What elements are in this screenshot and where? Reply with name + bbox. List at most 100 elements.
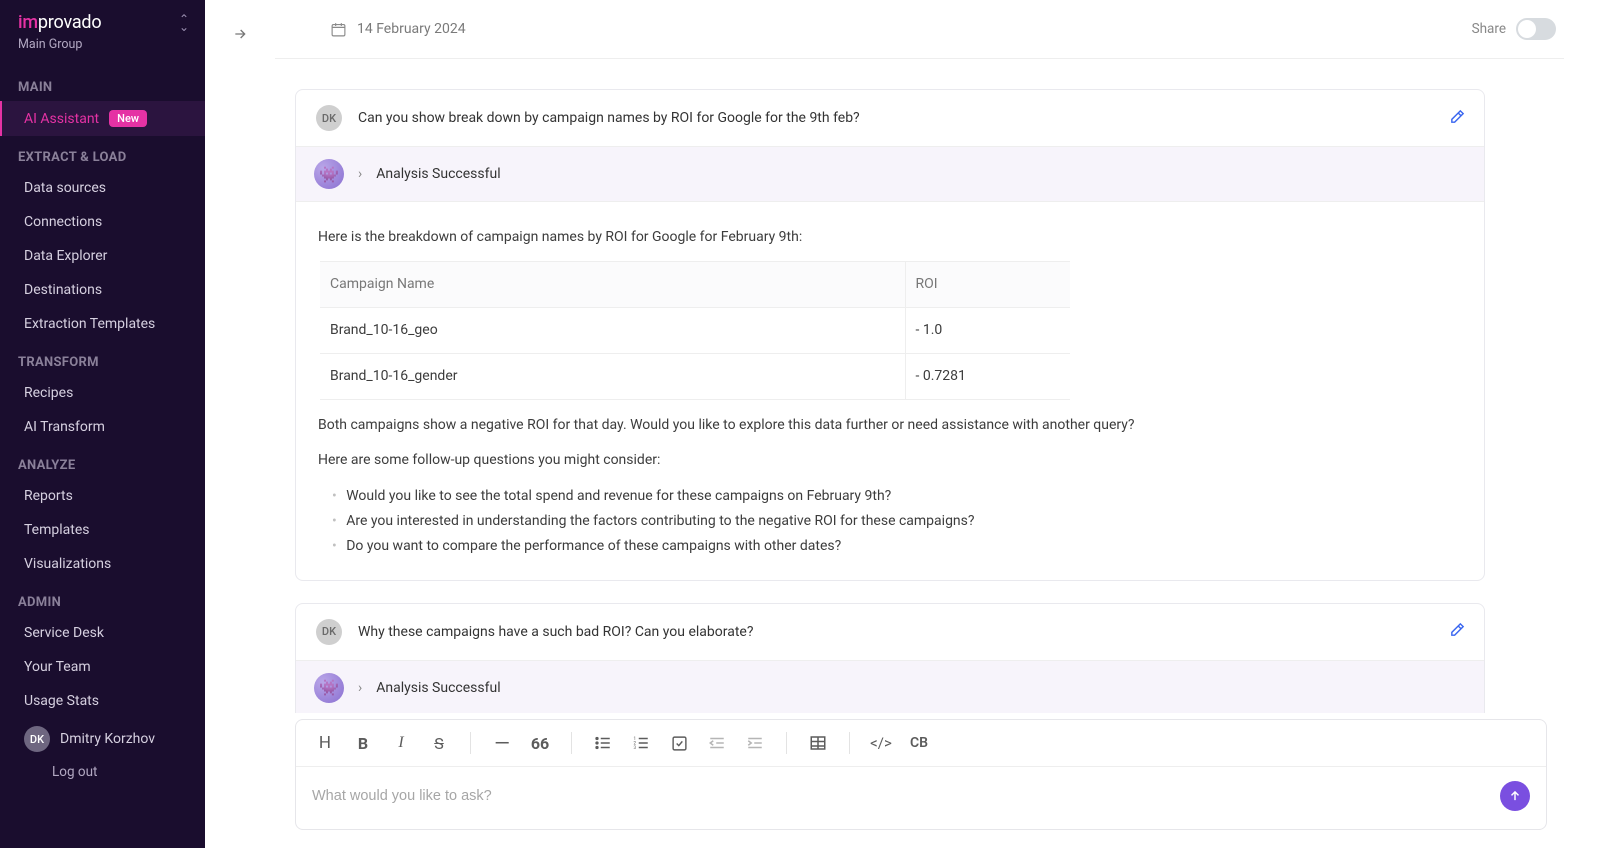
logo-suffix: provado — [38, 12, 102, 33]
status-row[interactable]: 👾 › Analysis Successful — [296, 661, 1484, 713]
sidebar-item-label: Your Team — [24, 659, 91, 675]
user-question: Can you show break down by campaign name… — [358, 110, 860, 126]
heading-button[interactable]: H — [308, 728, 342, 758]
answer-intro: Here is the breakdown of campaign names … — [318, 226, 1462, 249]
sidebar: improvado ⌃⌄ Main Group MAIN AI Assistan… — [0, 0, 205, 848]
checklist-button[interactable] — [662, 728, 696, 758]
code-button[interactable]: </> — [864, 728, 898, 758]
section-analyze: ANALYZE — [0, 444, 205, 479]
hr-button[interactable]: — — [485, 728, 519, 758]
message-block: DK Why these campaigns have a such bad R… — [295, 603, 1485, 713]
share-control: Share — [1472, 18, 1556, 40]
table-icon — [809, 734, 827, 752]
arrow-right-icon — [232, 26, 248, 42]
cell: Brand_10-16_gender — [320, 354, 905, 400]
list-ul-icon — [594, 734, 612, 752]
logo: improvado — [18, 12, 101, 33]
bullet-list-button[interactable] — [586, 728, 620, 758]
share-label: Share — [1472, 21, 1506, 37]
sidebar-item-label: Visualizations — [24, 556, 111, 572]
sidebar-item-reports[interactable]: Reports — [0, 479, 205, 513]
separator — [470, 732, 471, 754]
content: 14 February 2024 Share DK Can you show b… — [275, 0, 1600, 848]
answer-outro: Both campaigns show a negative ROI for t… — [318, 414, 1462, 437]
checkbox-icon — [671, 735, 688, 752]
user-question: Why these campaigns have a such bad ROI?… — [358, 624, 753, 640]
sidebar-item-label: Reports — [24, 488, 73, 504]
outdent-button[interactable] — [700, 728, 734, 758]
chevron-right-icon: › — [358, 680, 362, 696]
sidebar-item-label: Extraction Templates — [24, 316, 155, 332]
bold-button[interactable]: B — [346, 728, 380, 758]
followups-list: Would you like to see the total spend an… — [318, 485, 1462, 558]
followup-item: Do you want to compare the performance o… — [332, 535, 1462, 558]
italic-button[interactable]: I — [384, 728, 418, 758]
edit-icon[interactable] — [1449, 108, 1466, 129]
date-picker[interactable]: 14 February 2024 — [275, 21, 466, 38]
th-roi: ROI — [905, 262, 1070, 308]
separator — [849, 732, 850, 754]
share-toggle[interactable] — [1516, 18, 1556, 40]
sidebar-item-service-desk[interactable]: Service Desk — [0, 616, 205, 650]
group-name[interactable]: Main Group — [0, 35, 205, 66]
badge-new: New — [109, 110, 147, 127]
date-label: 14 February 2024 — [357, 21, 466, 37]
status-row[interactable]: 👾 › Analysis Successful — [296, 147, 1484, 202]
chat-scroll[interactable]: DK Can you show break down by campaign n… — [275, 59, 1564, 713]
section-main: MAIN — [0, 66, 205, 101]
group-switcher-icon[interactable]: ⌃⌄ — [179, 15, 189, 31]
sidebar-item-label: Destinations — [24, 282, 102, 298]
sidebar-item-ai-assistant[interactable]: AI Assistant New — [0, 101, 205, 136]
bot-avatar-icon: 👾 — [314, 159, 344, 189]
user-name: Dmitry Korzhov — [60, 731, 155, 747]
indent-icon — [746, 734, 764, 752]
codeblock-button[interactable]: CB — [902, 728, 936, 758]
indent-button[interactable] — [738, 728, 772, 758]
arrow-up-icon — [1508, 789, 1522, 803]
sidebar-item-label: Service Desk — [24, 625, 104, 641]
ordered-list-button[interactable]: 123 — [624, 728, 658, 758]
user-avatar: DK — [316, 619, 342, 645]
send-button[interactable] — [1500, 781, 1530, 811]
logout-link[interactable]: Log out — [0, 758, 205, 792]
sidebar-item-label: AI Assistant — [24, 111, 99, 127]
sidebar-item-visualizations[interactable]: Visualizations — [0, 547, 205, 581]
edit-icon[interactable] — [1449, 621, 1466, 642]
quote-button[interactable]: 66 — [523, 728, 557, 758]
sidebar-item-extraction-templates[interactable]: Extraction Templates — [0, 307, 205, 341]
followups-label: Here are some follow-up questions you mi… — [318, 449, 1462, 472]
user-message-row: DK Can you show break down by campaign n… — [296, 90, 1484, 147]
section-extract-load: EXTRACT & LOAD — [0, 136, 205, 171]
section-transform: TRANSFORM — [0, 341, 205, 376]
bot-answer: Here is the breakdown of campaign names … — [296, 202, 1484, 580]
sidebar-item-ai-transform[interactable]: AI Transform — [0, 410, 205, 444]
message-block: DK Can you show break down by campaign n… — [295, 89, 1485, 581]
followup-item: Are you interested in understanding the … — [332, 510, 1462, 533]
bot-avatar-icon: 👾 — [314, 673, 344, 703]
sidebar-item-templates[interactable]: Templates — [0, 513, 205, 547]
sidebar-collapse[interactable] — [205, 0, 275, 848]
outdent-icon — [708, 734, 726, 752]
sidebar-item-recipes[interactable]: Recipes — [0, 376, 205, 410]
composer-input[interactable] — [312, 788, 1488, 804]
roi-table: Campaign Name ROI Brand_10-16_geo - 1.0 … — [320, 261, 1070, 400]
chevron-right-icon: › — [358, 166, 362, 182]
sidebar-item-data-sources[interactable]: Data sources — [0, 171, 205, 205]
sidebar-item-connections[interactable]: Connections — [0, 205, 205, 239]
sidebar-item-your-team[interactable]: Your Team — [0, 650, 205, 684]
table-button[interactable] — [801, 728, 835, 758]
sidebar-item-usage-stats[interactable]: Usage Stats — [0, 684, 205, 718]
strike-button[interactable]: S — [422, 728, 456, 758]
user-profile[interactable]: DK Dmitry Korzhov — [0, 718, 205, 758]
section-admin: ADMIN — [0, 581, 205, 616]
thread: DK Can you show break down by campaign n… — [295, 89, 1485, 713]
svg-text:3: 3 — [634, 745, 637, 751]
followup-item: Would you like to see the total spend an… — [332, 485, 1462, 508]
sidebar-item-destinations[interactable]: Destinations — [0, 273, 205, 307]
sidebar-item-label: Connections — [24, 214, 102, 230]
sidebar-item-label: Data sources — [24, 180, 106, 196]
table-row: Brand_10-16_gender - 0.7281 — [320, 354, 1070, 400]
sidebar-item-data-explorer[interactable]: Data Explorer — [0, 239, 205, 273]
brand-row: improvado ⌃⌄ — [0, 12, 205, 35]
composer-input-row — [296, 767, 1546, 829]
